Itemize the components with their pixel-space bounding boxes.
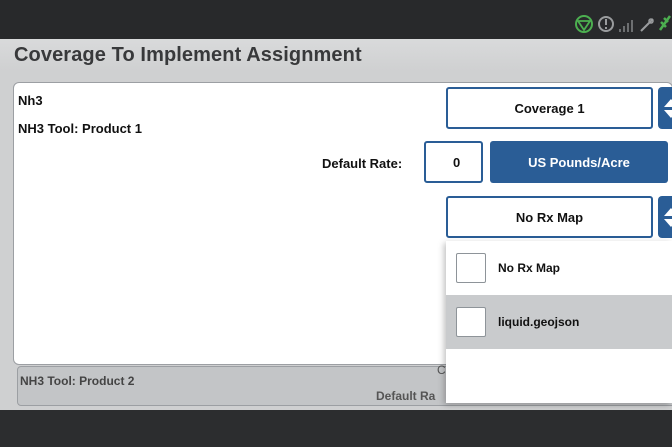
gps-icon (574, 14, 594, 34)
chevron-down-icon (664, 109, 672, 118)
rx-map-select[interactable]: No Rx Map (446, 196, 653, 238)
tool-label: NH3 Tool: Product 1 (18, 121, 142, 136)
page-title: Coverage To Implement Assignment (14, 44, 362, 66)
default-rate-value: 0 (453, 154, 461, 170)
rx-map-select-arrows[interactable] (658, 196, 672, 238)
units-button-label: US Pounds/Acre (528, 154, 630, 170)
alert-icon (597, 14, 615, 34)
chevron-up-icon (664, 207, 672, 216)
chevron-down-icon (664, 218, 672, 227)
coverage-select[interactable]: Coverage 1 (446, 87, 653, 129)
dropdown-option-label: liquid.geojson (498, 315, 580, 329)
coverage-select-value: Coverage 1 (514, 100, 585, 116)
product-name: Nh3 (18, 93, 43, 108)
dropdown-option-label: No Rx Map (498, 261, 561, 275)
satellite-icon (658, 12, 672, 36)
modem-icon (639, 14, 655, 34)
bottom-bar (0, 410, 672, 447)
default-rate-label: Default Rate: (322, 156, 403, 171)
units-button[interactable]: US Pounds/Acre (490, 141, 668, 183)
product2-tool-label: NH3 Tool: Product 2 (20, 374, 135, 388)
chevron-up-icon (664, 98, 672, 107)
status-icons (574, 12, 672, 36)
product2-coverage-fragment: C (437, 363, 446, 377)
dropdown-option-liquid-geojson[interactable]: liquid.geojson (446, 295, 672, 349)
dropdown-option-no-rx-map[interactable]: No Rx Map (446, 241, 672, 295)
status-bar (0, 0, 672, 39)
product2-default-rate-label: Default Ra (376, 389, 436, 403)
rx-map-dropdown: No Rx Map liquid.geojson (446, 241, 672, 403)
coverage-select-arrows[interactable] (658, 87, 672, 129)
screen: Coverage To Implement Assignment Nh3 NH3… (0, 0, 672, 447)
checkbox[interactable] (456, 253, 486, 283)
default-rate-input[interactable]: 0 (424, 141, 483, 183)
title-bar: Coverage To Implement Assignment (0, 39, 672, 71)
rx-map-select-value: No Rx Map (515, 209, 584, 225)
signal-icon (618, 14, 636, 34)
checkbox[interactable] (456, 307, 486, 337)
